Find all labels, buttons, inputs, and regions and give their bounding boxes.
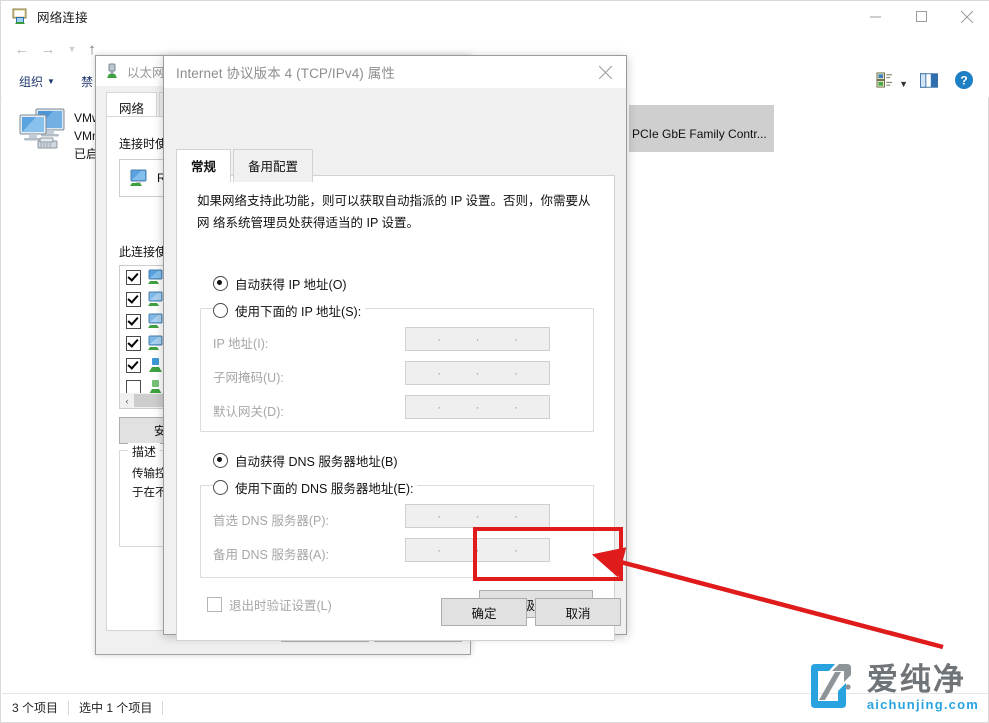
dot-separator: ·	[437, 400, 442, 414]
validate-on-exit-checkbox[interactable]: 退出时验证设置(L)	[207, 595, 332, 614]
svg-text:?: ?	[960, 74, 967, 88]
minimize-button[interactable]	[852, 1, 898, 32]
description-title: 描述	[128, 443, 161, 460]
chevron-down-icon: ▼	[47, 77, 55, 86]
dot-separator: ·	[475, 400, 480, 414]
radio-use-following-dns[interactable]: 使用下面的 DNS 服务器地址(E):	[213, 478, 418, 497]
radio-label: 自动获得 IP 地址(O)	[235, 278, 347, 292]
disable-device-menu[interactable]: 禁	[81, 73, 93, 90]
connection-tile-ethernet-labels: PCIe GbE Family Contr...	[632, 125, 767, 143]
dot-separator: ·	[513, 332, 518, 346]
preferred-dns-label: 首选 DNS 服务器(P):	[213, 514, 329, 528]
items-used-label: 此连接使	[119, 245, 168, 259]
ipv4-intro-text: 如果网络支持此功能，则可以获取自动指派的 IP 设置。否则，你需要从网 络系统管…	[197, 190, 592, 234]
connect-using-label: 连接时使	[119, 137, 168, 151]
command-bar-right: ▼ ?	[876, 70, 982, 95]
ethernet-icon	[105, 63, 119, 79]
ok-button[interactable]: 确定	[441, 598, 527, 626]
recent-locations-button[interactable]: ▼	[61, 38, 83, 60]
ipv4-dialog-tabs: 常规 备用配置	[176, 149, 315, 182]
status-selected-count: 选中 1 个项目	[79, 701, 153, 715]
description-text: 传输控 于在不	[132, 465, 167, 503]
radio-indicator[interactable]	[213, 480, 228, 495]
subnet-mask-input[interactable]: · · ·	[405, 361, 550, 385]
status-divider	[162, 700, 164, 715]
watermark-brand-cn: 爱纯净	[866, 661, 966, 697]
radio-indicator[interactable]	[213, 453, 228, 468]
view-caret-icon[interactable]: ▼	[899, 79, 908, 89]
organize-menu[interactable]: 组织 ▼	[19, 73, 55, 90]
dot-separator: ·	[513, 366, 518, 380]
alternate-dns-label: 备用 DNS 服务器(A):	[213, 548, 329, 562]
item-checkbox[interactable]	[126, 291, 141, 307]
organize-label: 组织	[19, 75, 44, 89]
dot-separator: ·	[437, 332, 442, 346]
watermark-domain: aichunjing.com	[866, 696, 979, 712]
dot-separator: ·	[475, 509, 480, 523]
item-checkbox[interactable]	[126, 313, 141, 329]
dot-separator: ·	[437, 543, 442, 557]
window-title: 网络连接	[37, 11, 88, 25]
radio-indicator[interactable]	[213, 303, 228, 318]
status-divider	[68, 700, 70, 715]
dot-separator: ·	[513, 400, 518, 414]
intro-line-2: 络系统管理员处获得适当的 IP 设置。	[213, 216, 420, 230]
forward-button[interactable]: →	[37, 38, 59, 60]
status-item-count: 3 个项目	[12, 701, 59, 715]
radio-label: 自动获得 DNS 服务器地址(B)	[235, 455, 398, 469]
close-button[interactable]	[944, 1, 989, 32]
scroll-left-arrow-icon[interactable]: ‹	[120, 396, 134, 406]
second-command-label: 禁	[81, 75, 94, 89]
default-gateway-input[interactable]: · · ·	[405, 395, 550, 419]
preview-pane-icon[interactable]	[920, 72, 938, 93]
radio-indicator[interactable]	[213, 276, 228, 291]
vmware-adapter-icon	[16, 105, 70, 155]
checkbox-label: 退出时验证设置(L)	[229, 599, 332, 613]
network-connections-icon	[11, 8, 29, 26]
item-checkbox[interactable]	[126, 269, 141, 285]
item-checkbox[interactable]	[126, 335, 141, 351]
ip-address-label: IP 地址(I):	[213, 337, 269, 351]
description-line-2: 于在不	[132, 487, 167, 499]
dot-separator: ·	[513, 509, 518, 523]
ipv4-dialog-title: Internet 协议版本 4 (TCP/IPv4) 属性	[176, 66, 395, 81]
radio-use-following-ip[interactable]: 使用下面的 IP 地址(S):	[213, 301, 366, 320]
ipv4-close-button[interactable]	[584, 56, 626, 88]
default-gateway-label: 默认网关(D):	[213, 405, 284, 419]
help-icon[interactable]: ?	[954, 70, 974, 95]
ip-address-input[interactable]: · · ·	[405, 327, 550, 351]
ipv4-dialog-titlebar: Internet 协议版本 4 (TCP/IPv4) 属性	[164, 56, 626, 88]
watermark: 爱纯净 aichunjing.com	[805, 660, 979, 717]
maximize-button[interactable]	[898, 1, 944, 32]
radio-obtain-dns-automatically[interactable]: 自动获得 DNS 服务器地址(B)	[213, 451, 398, 470]
annotation-highlight-box	[473, 527, 623, 581]
cancel-button[interactable]: 取消	[535, 598, 621, 626]
back-button[interactable]: ←	[11, 38, 33, 60]
radio-label: 使用下面的 DNS 服务器地址(E):	[235, 482, 414, 496]
tile-line-1: PCIe GbE Family Contr...	[632, 127, 767, 141]
watermark-text: 爱纯净 aichunjing.com	[866, 661, 979, 714]
tab-alternate-configuration[interactable]: 备用配置	[233, 149, 314, 182]
preferred-dns-input[interactable]: · · ·	[405, 504, 550, 528]
dot-separator: ·	[475, 366, 480, 380]
description-line-1: 传输控	[132, 468, 167, 480]
dot-separator: ·	[475, 332, 480, 346]
dot-separator: ·	[437, 366, 442, 380]
aichunjing-logo-icon	[805, 660, 857, 717]
radio-obtain-ip-automatically[interactable]: 自动获得 IP 地址(O)	[213, 274, 347, 293]
ethernet-dialog-title: 以太网	[127, 65, 165, 80]
tab-general[interactable]: 常规	[176, 149, 232, 182]
window-controls	[852, 1, 989, 32]
dot-separator: ·	[437, 509, 442, 523]
window-titlebar: 网络连接	[1, 1, 989, 32]
screenshot-root: 网络连接 ← → ▼ ↑ 组织 ▼ 禁 ▼ ? VMw VMn 已启 PCIe …	[0, 0, 989, 723]
checkbox-indicator[interactable]	[207, 597, 222, 612]
radio-label: 使用下面的 IP 地址(S):	[235, 305, 362, 319]
connection-tile-vmware[interactable]: VMw VMn 已启	[16, 105, 101, 163]
view-layout-icon[interactable]	[876, 72, 893, 93]
subnet-mask-label: 子网掩码(U):	[213, 371, 284, 385]
item-checkbox[interactable]	[126, 357, 141, 373]
connection-tile-ethernet[interactable]: PCIe GbE Family Contr...	[632, 125, 767, 143]
network-adapter-icon	[128, 169, 150, 187]
